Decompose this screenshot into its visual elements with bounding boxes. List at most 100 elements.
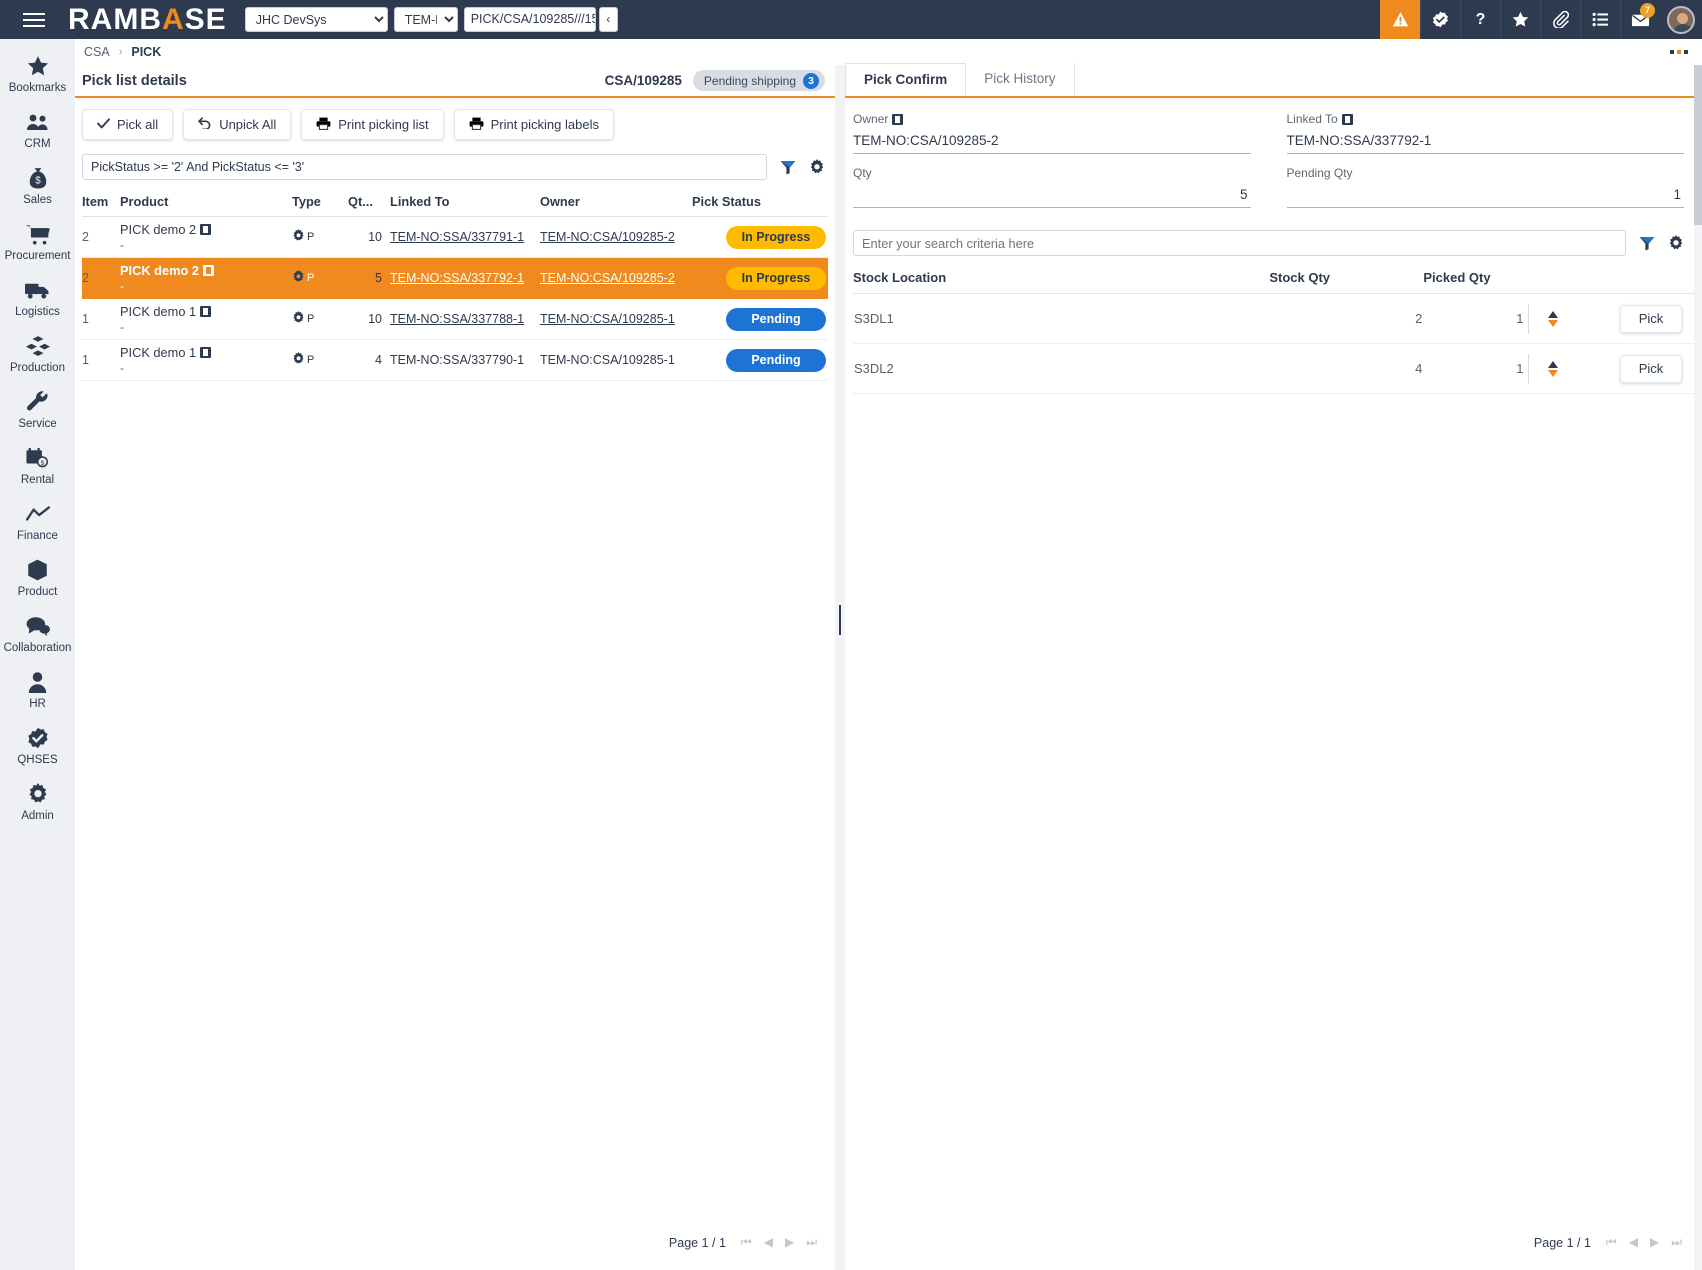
table-row[interactable]: 1 PICK demo 1 - P 10 TEM-NO:SSA/337788-1… [82, 299, 828, 340]
splitter-grip[interactable] [839, 605, 841, 635]
external-link-icon[interactable] [892, 114, 903, 125]
scrollbar-thumb[interactable] [1694, 65, 1702, 225]
more-options-icon[interactable] [1670, 50, 1688, 54]
table-row[interactable]: S3DL1 2 1 Pick [853, 294, 1694, 344]
owner-link[interactable]: TEM-NO:CSA/109285-2 [540, 230, 675, 244]
settings-gear-icon[interactable] [809, 159, 825, 175]
system-select[interactable]: JHC DevSys [245, 7, 388, 32]
col-type[interactable]: Type [292, 194, 348, 217]
cell-picked-qty[interactable]: 1 [1423, 294, 1527, 344]
stepper-up-icon[interactable] [1548, 311, 1558, 318]
settings-gear-icon[interactable] [1668, 235, 1684, 251]
owner-value[interactable]: TEM-NO:CSA/109285-2 [853, 128, 1251, 154]
tab-pick-confirm[interactable]: Pick Confirm [845, 63, 966, 96]
pick-all-button[interactable]: Pick all [82, 109, 173, 140]
breadcrumb-parent[interactable]: CSA [84, 45, 110, 59]
filter-funnel-icon[interactable] [1639, 236, 1655, 251]
col-pick-status[interactable]: Pick Status [692, 194, 828, 217]
last-page-icon[interactable]: ⏭ [1671, 1235, 1682, 1250]
warning-icon[interactable] [1380, 0, 1420, 39]
sidebar-item-logistics[interactable]: Logistics [0, 269, 75, 325]
linked-to-link[interactable]: TEM-NO:SSA/337788-1 [390, 312, 524, 326]
favorites-star-icon[interactable] [1500, 0, 1540, 39]
filter-input[interactable] [82, 154, 767, 180]
print-picking-list-button[interactable]: Print picking list [301, 109, 443, 140]
linked-to-link[interactable]: TEM-NO:SSA/337791-1 [390, 230, 524, 244]
owner-link[interactable]: TEM-NO:CSA/109285-1 [540, 353, 675, 367]
tab-pick-history[interactable]: Pick History [966, 63, 1074, 96]
sidebar-item-rental[interactable]: $ Rental [0, 437, 75, 493]
external-link-icon[interactable] [200, 347, 211, 358]
owner-link[interactable]: TEM-NO:CSA/109285-2 [540, 271, 675, 285]
col-qty[interactable]: Qt... [348, 194, 390, 217]
table-row[interactable]: 1 PICK demo 1 - P 4 TEM-NO:SSA/337790-1 … [82, 340, 828, 381]
help-icon[interactable]: ? [1460, 0, 1500, 39]
pending-qty-value[interactable]: 1 [1287, 182, 1685, 208]
next-page-icon[interactable]: ▶ [785, 1235, 794, 1250]
pick-button[interactable]: Pick [1620, 355, 1682, 383]
linked-to-link[interactable]: TEM-NO:SSA/337790-1 [390, 353, 524, 367]
sidebar-item-product[interactable]: Product [0, 549, 75, 605]
stepper-up-icon[interactable] [1548, 361, 1558, 368]
filter-funnel-icon[interactable] [780, 160, 796, 175]
sidebar-item-procurement[interactable]: Procurement [0, 213, 75, 269]
linked-to-value[interactable]: TEM-NO:SSA/337792-1 [1287, 128, 1685, 154]
qty-stepper[interactable] [1528, 354, 1568, 384]
unpick-all-button[interactable]: Unpick All [183, 109, 291, 140]
col-picked-qty[interactable]: Picked Qty [1423, 270, 1527, 294]
sidebar-item-collaboration[interactable]: Collaboration [0, 605, 75, 661]
qty-stepper[interactable] [1528, 304, 1568, 334]
document-path-field[interactable]: PICK/CSA/109285///154 [464, 7, 596, 32]
unit-select[interactable]: TEM-NO [394, 7, 458, 32]
sidebar-item-finance[interactable]: Finance [0, 493, 75, 549]
sidebar-item-crm[interactable]: CRM [0, 101, 75, 157]
prev-page-icon[interactable]: ◀ [764, 1235, 773, 1250]
avatar[interactable] [1660, 0, 1702, 39]
external-link-icon[interactable] [200, 224, 211, 235]
sidebar-item-hr[interactable]: HR [0, 661, 75, 717]
external-link-icon[interactable] [203, 265, 214, 276]
sidebar-item-production[interactable]: Production [0, 325, 75, 381]
pick-button[interactable]: Pick [1620, 305, 1682, 333]
attachment-clip-icon[interactable] [1540, 0, 1580, 39]
approval-badge-icon[interactable] [1420, 0, 1460, 39]
path-previous-button[interactable]: ‹ [599, 7, 618, 32]
print-picking-labels-button[interactable]: Print picking labels [454, 109, 614, 140]
col-item[interactable]: Item [82, 194, 120, 217]
table-row[interactable]: 2 PICK demo 2 - P 10 TEM-NO:SSA/337791-1… [82, 217, 828, 258]
sidebar-item-admin[interactable]: Admin [0, 773, 75, 829]
last-page-icon[interactable]: ⏭ [806, 1235, 817, 1250]
status-badge[interactable]: Pending shipping 3 [693, 70, 825, 91]
first-page-icon[interactable]: ⏮ [1606, 1235, 1617, 1250]
breadcrumb-current[interactable]: PICK [131, 45, 161, 59]
table-row[interactable]: S3DL2 4 1 Pick [853, 344, 1694, 394]
hamburger-menu-icon[interactable] [0, 0, 68, 39]
cell-picked-qty[interactable]: 1 [1423, 344, 1527, 394]
linked-to-link[interactable]: TEM-NO:SSA/337792-1 [390, 271, 524, 285]
first-page-icon[interactable]: ⏮ [741, 1235, 752, 1250]
list-icon[interactable] [1580, 0, 1620, 39]
stepper-down-icon[interactable] [1548, 320, 1558, 327]
col-owner[interactable]: Owner [540, 194, 692, 217]
sidebar-item-service[interactable]: Service [0, 381, 75, 437]
qty-value[interactable]: 5 [853, 182, 1251, 208]
col-linked-to[interactable]: Linked To [390, 194, 540, 217]
sidebar-item-sales[interactable]: $ Sales [0, 157, 75, 213]
owner-link[interactable]: TEM-NO:CSA/109285-1 [540, 312, 675, 326]
col-product[interactable]: Product [120, 194, 292, 217]
table-row[interactable]: 2 PICK demo 2 - P 5 TEM-NO:SSA/337792-1 … [82, 258, 828, 299]
stepper-down-icon[interactable] [1548, 370, 1558, 377]
product-name: PICK demo 1 [120, 304, 196, 319]
sidebar-item-qhses[interactable]: QHSES [0, 717, 75, 773]
vertical-scrollbar[interactable] [1694, 65, 1702, 1270]
prev-page-icon[interactable]: ◀ [1629, 1235, 1638, 1250]
mail-icon[interactable]: 7 [1620, 0, 1660, 39]
external-link-icon[interactable] [200, 306, 211, 317]
col-stock-location[interactable]: Stock Location [853, 270, 1269, 294]
next-page-icon[interactable]: ▶ [1650, 1235, 1659, 1250]
search-input[interactable] [853, 230, 1626, 256]
panel-splitter[interactable] [835, 65, 845, 1270]
col-stock-qty[interactable]: Stock Qty [1269, 270, 1423, 294]
external-link-icon[interactable] [1342, 114, 1353, 125]
sidebar-item-bookmarks[interactable]: Bookmarks [0, 45, 75, 101]
